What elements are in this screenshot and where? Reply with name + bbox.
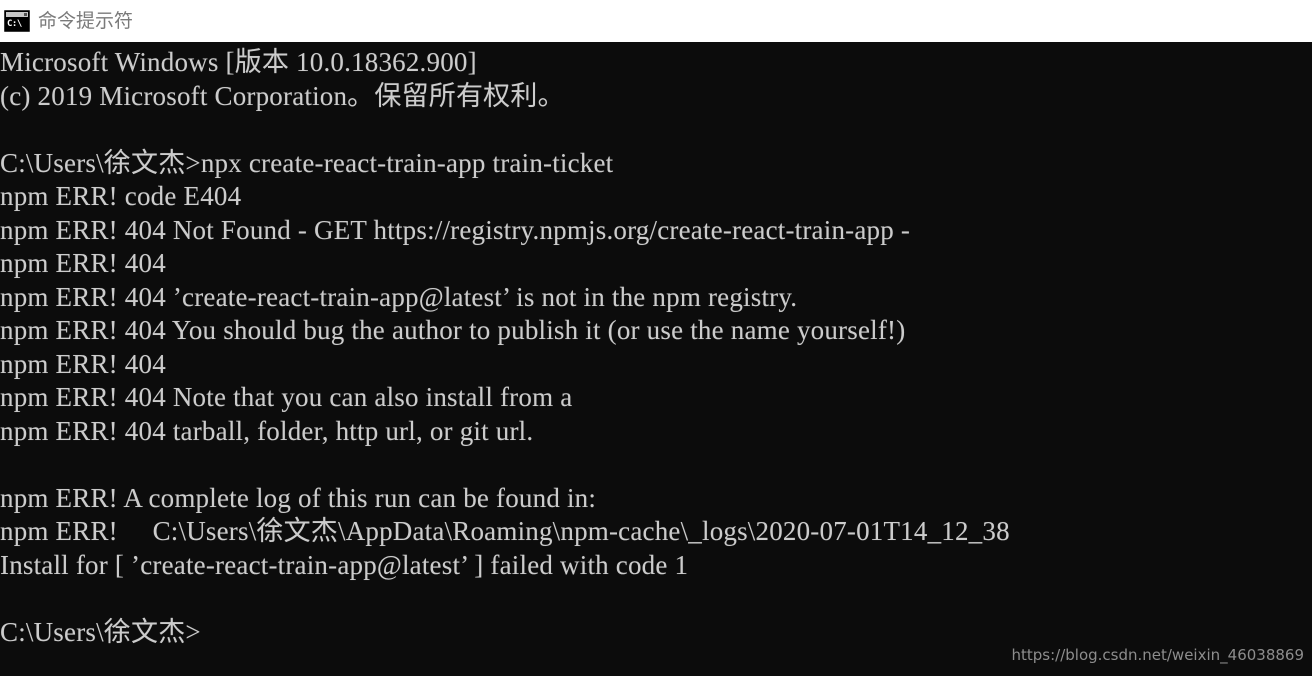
console-line: C:\Users\徐文杰>npx create-react-train-app … bbox=[0, 147, 614, 178]
console-line: (c) 2019 Microsoft Corporation。保留所有权利。 bbox=[0, 80, 565, 111]
console-line: Microsoft Windows [版本 10.0.18362.900] bbox=[0, 47, 477, 77]
console-line: npm ERR! A complete log of this run can … bbox=[0, 482, 597, 513]
watermark-url: https://blog.csdn.net/weixin_46038869 bbox=[1011, 646, 1304, 664]
console-line: C:\Users\徐文杰> bbox=[0, 616, 201, 647]
console-line: npm ERR! 404 tarball, folder, http url, … bbox=[0, 415, 534, 446]
cmd-prompt-icon: C:\ bbox=[4, 10, 30, 32]
console-line: npm ERR! 404 bbox=[0, 348, 166, 379]
console-line: npm ERR! 404 Not Found - GET https://reg… bbox=[0, 214, 911, 245]
console-line: npm ERR! code E404 bbox=[0, 181, 242, 211]
command-prompt-window: C:\ 命令提示符 Microsoft Windows [版本 10.0.183… bbox=[0, 0, 1312, 676]
console-line: Install for [ ’create-react-train-app@la… bbox=[0, 549, 689, 580]
window-titlebar[interactable]: C:\ 命令提示符 bbox=[0, 0, 1312, 42]
icon-prompt-text: C:\ bbox=[7, 19, 22, 29]
console-line: npm ERR! 404 ’create-react-train-app@lat… bbox=[0, 281, 798, 312]
console-line: npm ERR! 404 You should bug the author t… bbox=[0, 315, 906, 345]
window-title: 命令提示符 bbox=[38, 10, 134, 32]
console-line-list: Microsoft Windows [版本 10.0.18362.900] (c)… bbox=[0, 42, 1312, 649]
console-line: npm ERR! 404 Note that you can also inst… bbox=[0, 382, 573, 412]
console-line: npm ERR! C:\Users\徐文杰\AppData\Roaming\np… bbox=[0, 516, 1010, 546]
icon-titlebar-stripe bbox=[6, 12, 28, 17]
console-line: npm ERR! 404 bbox=[0, 248, 166, 278]
console-output-area[interactable]: Microsoft Windows [版本 10.0.18362.900] (c)… bbox=[0, 42, 1312, 676]
